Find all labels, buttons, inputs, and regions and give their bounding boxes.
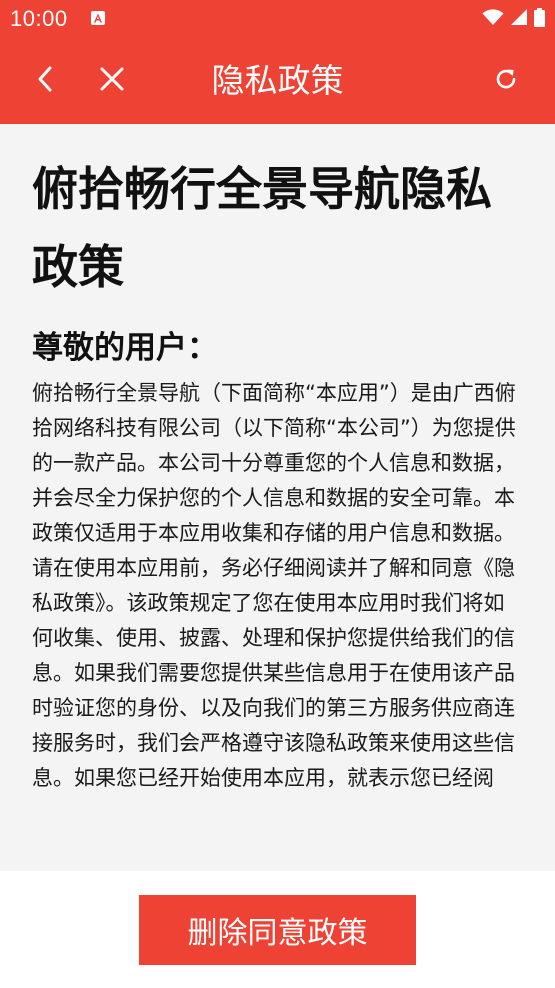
status-icons: [482, 7, 545, 31]
delete-consent-button[interactable]: 删除同意政策: [139, 895, 416, 965]
battery-icon: [534, 7, 545, 31]
status-time: 10:00: [10, 6, 68, 31]
policy-greeting: 尊敬的用户：: [32, 330, 218, 366]
status-bar: 10:00: [0, 0, 555, 38]
policy-body: 俯拾畅行全景导航（下面简称“本应用”）是由广西俯拾网络科技有限公司（以下简称“本…: [32, 376, 524, 796]
refresh-button[interactable]: [486, 61, 526, 101]
screen: 10:00 隐私政策 俯拾畅行全景导航隐私政策 尊敬的用户： 俯拾畅行全景导航（…: [0, 0, 555, 988]
policy-content[interactable]: 俯拾畅行全景导航隐私政策 尊敬的用户： 俯拾畅行全景导航（下面简称“本应用”）是…: [0, 124, 555, 871]
policy-title: 俯拾畅行全景导航隐私政策: [32, 162, 492, 294]
policy-paragraph: 俯拾畅行全景导航（下面简称“本应用”）是由广西俯拾网络科技有限公司（以下简称“本…: [32, 381, 516, 545]
policy-paragraph: 请在使用本应用前，务必仔细阅读并了解和同意《隐私政策》。该政策规定了您在使用本应…: [32, 556, 515, 790]
page-title: 隐私政策: [211, 61, 344, 100]
footer: 删除同意政策: [0, 871, 555, 988]
wifi-icon: [482, 8, 504, 30]
nav-bar: 隐私政策: [0, 38, 555, 124]
signal-icon: [510, 8, 528, 30]
refresh-icon: [493, 66, 519, 96]
a-box-icon: [90, 10, 106, 26]
